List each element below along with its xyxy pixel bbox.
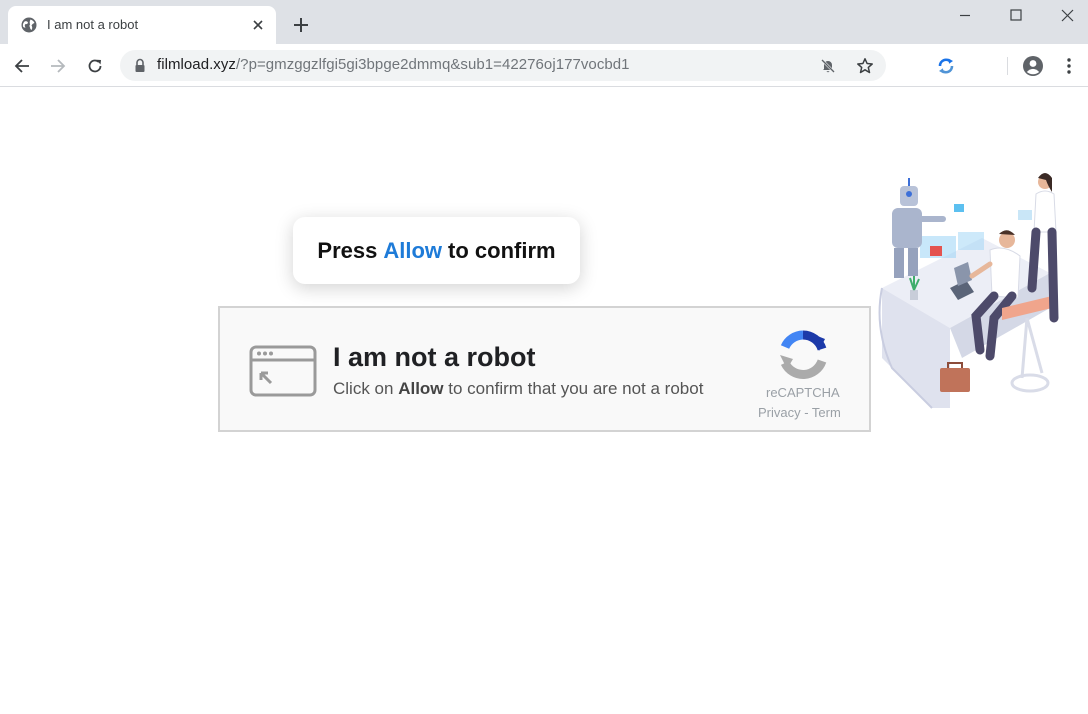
- url-path: /?p=gmzggzlfgi5gi3bpge2dmmq&sub1=42276oj…: [235, 56, 630, 73]
- forward-icon[interactable]: [44, 52, 72, 80]
- globe-icon: [21, 17, 37, 33]
- recaptcha-logo-icon: [777, 329, 829, 381]
- tooltip-suffix: to confirm: [448, 237, 556, 263]
- tooltip-accent: Allow: [383, 237, 443, 263]
- browser-toolbar: filmload.xyz/?p=gmzggzlfgi5gi3bpge2dmmq&…: [0, 44, 1088, 87]
- captcha-subtitle-prefix: Click on: [333, 379, 394, 398]
- captcha-subtitle: Click on Allow to confirm that you are n…: [333, 379, 703, 399]
- toolbar-separator: [1007, 57, 1008, 75]
- recaptcha-brand: reCAPTCHA: [766, 385, 840, 400]
- reload-icon[interactable]: [81, 52, 109, 80]
- new-tab-icon[interactable]: [289, 13, 313, 37]
- press-allow-tooltip: Press Allow to confirm: [293, 217, 580, 284]
- notifications-blocked-icon[interactable]: [817, 55, 839, 77]
- minimize-icon[interactable]: [942, 0, 988, 30]
- menu-icon[interactable]: [1058, 53, 1080, 79]
- browser-tab[interactable]: I am not a robot: [8, 6, 276, 44]
- captcha-subtitle-suffix: to confirm that you are not a robot: [448, 379, 704, 398]
- tooltip-prefix: Press: [317, 237, 378, 263]
- url-text[interactable]: filmload.xyz/?p=gmzggzlfgi5gi3bpge2dmmq&…: [157, 56, 630, 73]
- lock-icon[interactable]: [133, 58, 147, 73]
- recaptcha-privacy-terms-link[interactable]: Privacy - Term: [758, 405, 850, 420]
- tab-close-icon[interactable]: [249, 16, 267, 34]
- tab-strip: I am not a robot: [0, 0, 1088, 44]
- profile-icon[interactable]: [1020, 53, 1046, 79]
- office-illustration: [878, 173, 1059, 409]
- url-host: filmload.xyz: [157, 56, 236, 73]
- star-icon[interactable]: [854, 55, 876, 77]
- extension-sync-icon[interactable]: [934, 54, 958, 78]
- tab-title: I am not a robot: [47, 17, 139, 32]
- captcha-subtitle-bold: Allow: [398, 379, 444, 398]
- maximize-icon[interactable]: [993, 0, 1039, 30]
- captcha-title: I am not a robot: [333, 342, 536, 372]
- window-close-icon[interactable]: [1044, 0, 1088, 30]
- back-icon[interactable]: [8, 52, 36, 80]
- address-bar[interactable]: filmload.xyz/?p=gmzggzlfgi5gi3bpge2dmmq&…: [120, 50, 886, 81]
- captcha-box[interactable]: I am not a robot Click on Allow to confi…: [218, 306, 871, 432]
- browser-window-icon: [249, 345, 317, 397]
